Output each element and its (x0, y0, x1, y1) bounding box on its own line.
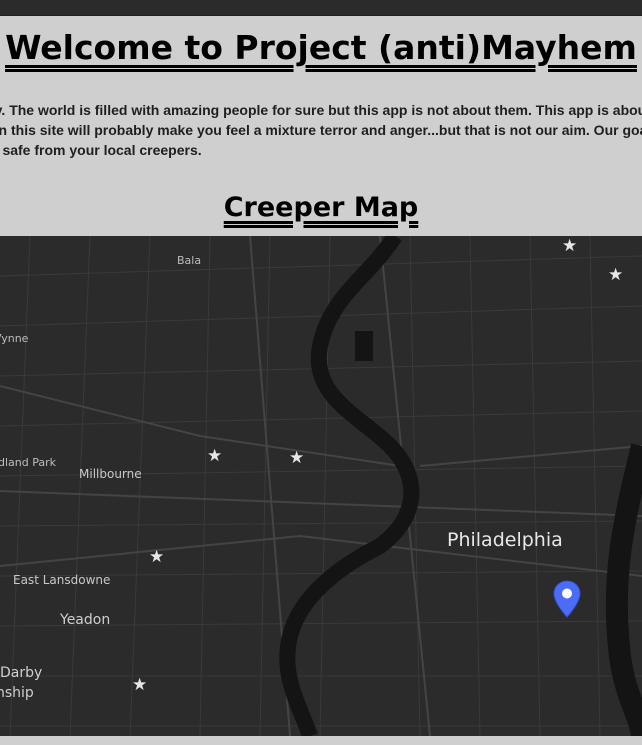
map-label-nship: nship (0, 685, 34, 701)
map-base-layer (0, 236, 642, 736)
intro-text: ty. The world is filled with amazing peo… (0, 100, 642, 160)
page-title: Welcome to Project (anti)Mayhem (5, 28, 637, 67)
intro-line-3: u safe from your local creepers. (0, 142, 202, 158)
top-bar (0, 0, 642, 16)
map-label-land-park: dland Park (0, 456, 57, 469)
map-label-philadelphia: Philadelphia (447, 529, 563, 551)
map-label-bala: Bala (177, 254, 202, 267)
intro-line-2: on this site will probably make you feel… (0, 122, 642, 138)
creeper-map[interactable]: Bala Vynne dland Park Millbourne Philade… (0, 236, 642, 736)
map-label-wynne: Vynne (0, 332, 29, 345)
map-label-yeadon: Yeadon (60, 612, 111, 628)
location-pin-icon[interactable] (553, 580, 581, 618)
intro-line-1: ty. The world is filled with amazing peo… (0, 102, 642, 118)
map-label-darby: Darby (0, 665, 43, 681)
star-icon[interactable]: ★ (608, 267, 623, 284)
star-icon[interactable]: ★ (289, 450, 304, 467)
star-icon[interactable]: ★ (562, 238, 577, 255)
star-icon[interactable]: ★ (149, 549, 164, 566)
map-heading: Creeper Map (223, 192, 419, 223)
bottom-strip (0, 736, 642, 745)
star-icon[interactable]: ★ (207, 448, 222, 465)
star-icon[interactable]: ★ (132, 677, 147, 694)
map-label-east-lansdowne: East Lansdowne (13, 573, 111, 587)
map-label-millbourne: Millbourne (79, 467, 142, 481)
